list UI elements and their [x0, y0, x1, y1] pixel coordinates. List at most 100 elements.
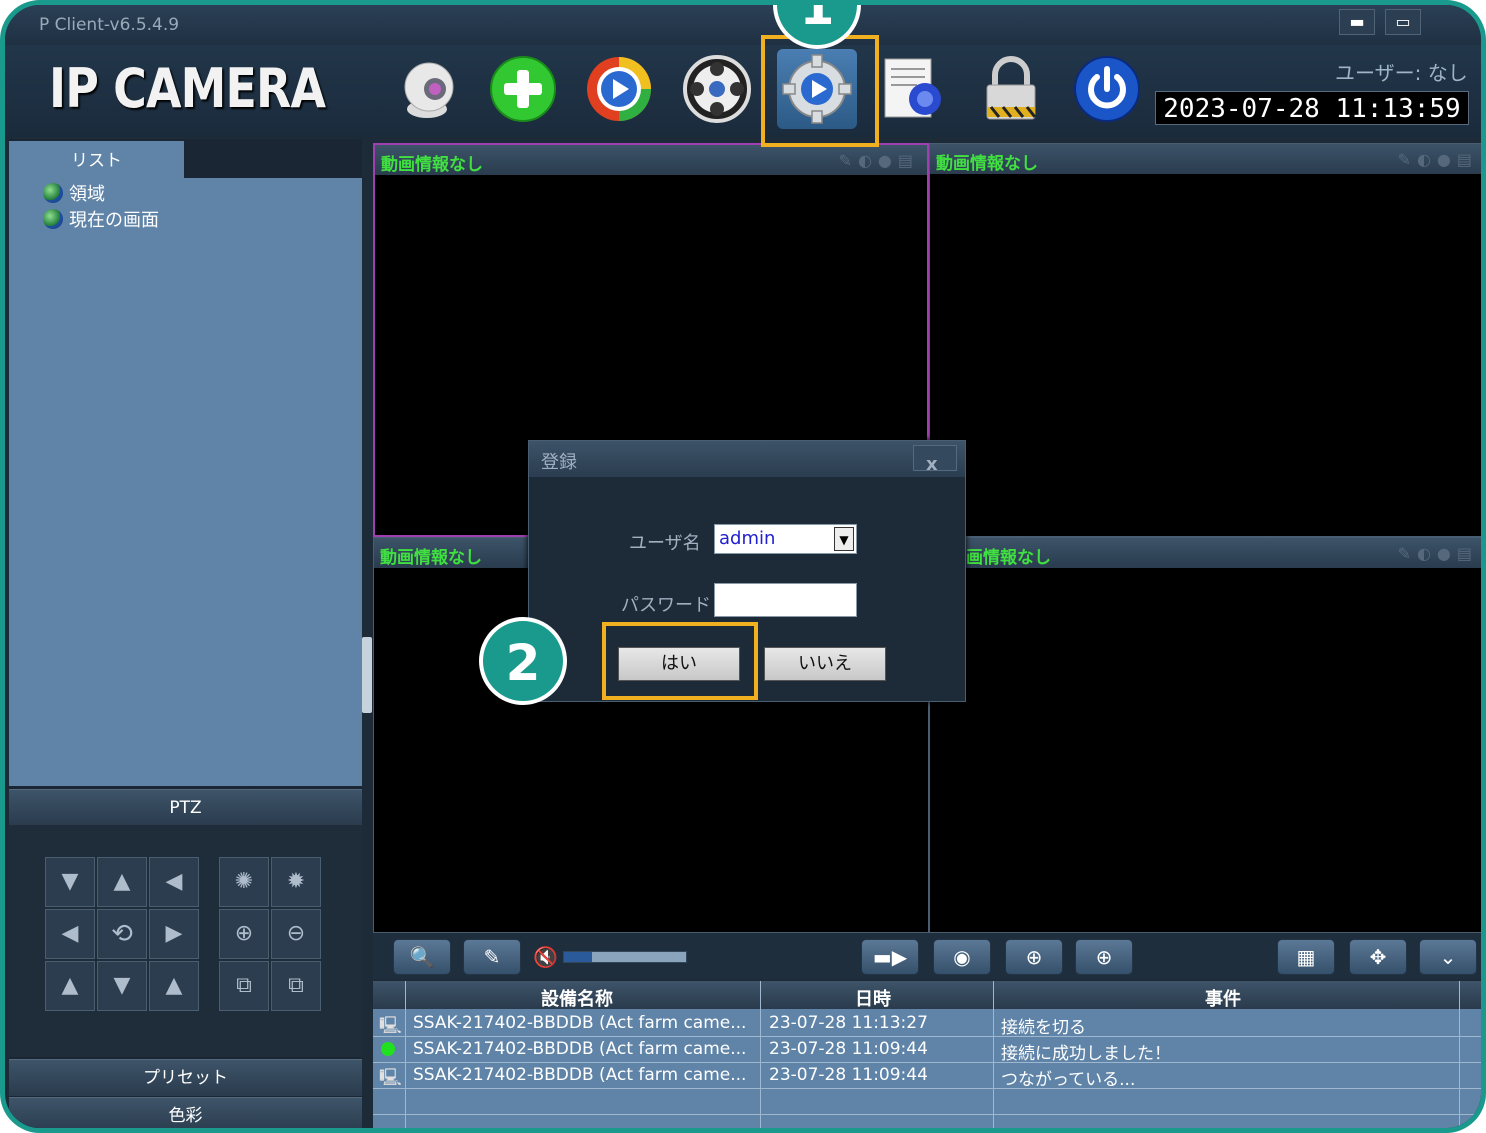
crosshair-icon: ⊕ — [1095, 945, 1113, 969]
username-label: ユーザ名 — [629, 533, 701, 554]
app-window: P Client-v6.5.4.9 ▬ ▭ IP CAMERA ユーザー: なし… — [0, 0, 1486, 1133]
device-tree: 領域 現在の画面 — [9, 178, 362, 786]
record-camera-icon: ▬▶ — [872, 945, 908, 969]
time-cell: 23-07-28 11:09:44 — [769, 1039, 928, 1059]
tree-item-current-screen[interactable]: 現在の画面 — [43, 206, 159, 232]
username-select[interactable]: admin ▼ — [714, 524, 857, 554]
power-button[interactable] — [1073, 55, 1141, 123]
zoom-out-button[interactable]: ⊖ — [271, 909, 321, 959]
password-label: パスワード — [621, 595, 711, 616]
log-button[interactable] — [881, 55, 949, 123]
focus-near-button[interactable]: ✺ — [219, 857, 269, 907]
column-divider — [1459, 981, 1460, 1128]
ptz-section-header[interactable]: PTZ — [9, 789, 362, 826]
move-icon: ✥ — [1369, 945, 1387, 969]
ptz-left-button[interactable]: ◀ — [45, 909, 95, 959]
zoom-button[interactable]: 🔍 — [393, 939, 451, 975]
ptz-down-button[interactable]: ▼ — [97, 961, 147, 1011]
ptz-right-button[interactable]: ▶ — [149, 909, 199, 959]
preset-section-header[interactable]: プリセット — [9, 1059, 362, 1096]
table-header: 設備名称 日時 事件 — [373, 981, 1481, 1010]
event-log-table: 設備名称 日時 事件 🖳 SSAK-217402-BBDDB (Act farm… — [373, 981, 1481, 1128]
layout-button[interactable]: ▦ — [1277, 939, 1335, 975]
talk-button[interactable]: ✎ — [463, 939, 521, 975]
title-bar: P Client-v6.5.4.9 ▬ ▭ — [5, 5, 1481, 45]
column-divider — [760, 981, 761, 1128]
log-icon — [884, 58, 941, 118]
time-cell: 23-07-28 11:13:27 — [769, 1013, 928, 1033]
table-row[interactable]: 🖳 SSAK-217402-BBDDB (Act farm came... 23… — [373, 1062, 1481, 1090]
preset-set-button[interactable]: ⊕ — [1005, 939, 1063, 975]
dialog-title: 登録 — [541, 452, 577, 473]
event-cell: つながっている... — [1001, 1070, 1136, 1090]
ptz-down-right-button[interactable]: ▼ — [45, 857, 95, 907]
table-row[interactable]: 🖳 SSAK-217402-BBDDB (Act farm came... 23… — [373, 1010, 1481, 1038]
video-pane-4[interactable]: 画情報なし ✎◐●▤ — [929, 537, 1481, 933]
minimize-button[interactable]: ▬ — [1339, 9, 1375, 35]
snapshot-icon: ◉ — [953, 945, 971, 969]
column-device: 設備名称 — [541, 989, 613, 1010]
volume-slider[interactable] — [563, 951, 687, 963]
playback-button[interactable] — [585, 55, 653, 123]
ptz-up-button[interactable]: ▲ — [97, 857, 147, 907]
iris-open-button[interactable]: ⧉ — [219, 961, 269, 1011]
power-icon — [1074, 56, 1140, 122]
ptz-reset-button[interactable]: ⟲ — [97, 909, 147, 959]
lock-icon — [986, 56, 1037, 120]
microphone-icon: ✎ — [483, 945, 501, 969]
maximize-icon: ▭ — [1395, 12, 1411, 31]
grid-icon: ▦ — [1296, 945, 1316, 969]
globe-icon — [43, 209, 63, 229]
video-tool-icons: ✎◐●▤ — [838, 151, 919, 170]
dialog-close-button[interactable]: x — [913, 445, 957, 475]
panel-splitter[interactable] — [362, 637, 372, 713]
chevron-down-icon[interactable]: ▼ — [834, 527, 854, 551]
collapse-button[interactable]: ⌄ — [1419, 939, 1477, 975]
focus-far-button[interactable]: ✹ — [271, 857, 321, 907]
snapshot-button[interactable]: ◉ — [933, 939, 991, 975]
preset-call-button[interactable]: ⊕ — [1075, 939, 1133, 975]
video-tool-icons: ✎◐●▤ — [1397, 544, 1478, 563]
magnifier-icon: 🔍 — [409, 945, 435, 969]
chevron-double-down-icon: ⌄ — [1439, 945, 1457, 969]
tab-list[interactable]: リスト — [9, 141, 184, 179]
ptz-up-right-button[interactable]: ▲ — [149, 961, 199, 1011]
minimize-icon: ▬ — [1349, 12, 1365, 31]
event-cell: 接続に成功しました！ — [1001, 1044, 1171, 1064]
tree-item-area[interactable]: 領域 — [43, 180, 105, 206]
no-button[interactable]: いいえ — [764, 647, 886, 681]
video-title: 画情報なし — [966, 548, 1051, 568]
globe-icon — [43, 183, 63, 203]
iris-close-button[interactable]: ⧉ — [271, 961, 321, 1011]
password-field[interactable] — [714, 583, 857, 617]
camera-button[interactable] — [395, 55, 463, 123]
record-button[interactable]: ▬▶ — [861, 939, 919, 975]
column-event: 事件 — [1205, 989, 1241, 1010]
zoom-in-button[interactable]: ⊕ — [219, 909, 269, 959]
dialog-title-bar: 登録 x — [529, 441, 965, 477]
ptz-button[interactable] — [683, 55, 751, 123]
username-value: admin — [719, 528, 776, 549]
video-header: 動画情報なし ✎◐●▤ — [375, 145, 927, 175]
maximize-button[interactable]: ▭ — [1385, 9, 1421, 35]
table-row[interactable]: SSAK-217402-BBDDB (Act farm came... 23-0… — [373, 1036, 1481, 1064]
clock-display: 2023-07-28 11:13:59 — [1155, 91, 1469, 125]
playback-icon — [587, 57, 651, 121]
add-device-button[interactable] — [489, 55, 557, 123]
video-title: 動画情報なし — [381, 155, 483, 175]
close-icon: x — [926, 454, 938, 475]
volume-level — [564, 952, 592, 962]
column-divider — [405, 981, 406, 1128]
column-time: 日時 — [855, 989, 891, 1010]
color-section-header[interactable]: 色彩 — [9, 1097, 362, 1128]
ptz-down-left-button[interactable]: ◀ — [149, 857, 199, 907]
lock-button[interactable] — [977, 55, 1045, 123]
video-header: 画情報なし ✎◐●▤ — [930, 538, 1481, 568]
app-logo: IP CAMERA — [49, 57, 326, 120]
video-pane-2[interactable]: 動画情報なし ✎◐●▤ — [929, 143, 1481, 537]
window-title: P Client-v6.5.4.9 — [39, 15, 180, 35]
ptz-up-left-button[interactable]: ▲ — [45, 961, 95, 1011]
fullscreen-button[interactable]: ✥ — [1349, 939, 1407, 975]
event-cell: 接続を切る — [1001, 1018, 1086, 1038]
mute-icon[interactable]: 🔇 — [533, 945, 558, 969]
